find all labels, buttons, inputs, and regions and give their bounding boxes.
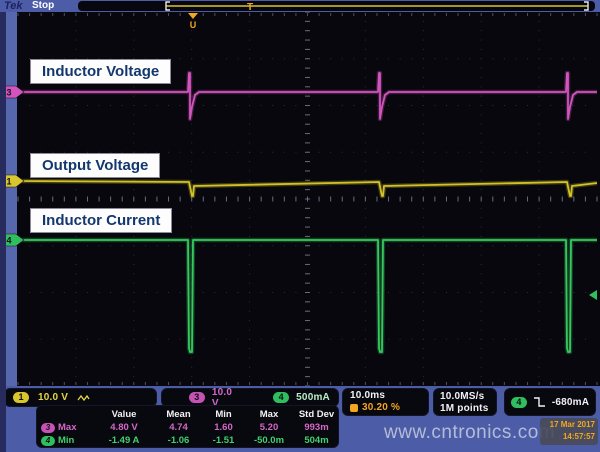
col-header-min: Min	[202, 409, 245, 420]
measurement-cell: 4.80 V	[93, 422, 155, 433]
measurement-cell: 504m	[293, 435, 340, 446]
trigger-position-marker-icon	[188, 13, 198, 19]
col-header-mean: Mean	[155, 409, 202, 420]
ch4-badge: 4	[273, 392, 289, 403]
ch1-badge: 1	[13, 392, 29, 403]
col-header-max: Max	[245, 409, 293, 420]
measurement-cell: 1.60	[202, 422, 245, 433]
trigger-level: -680mA	[552, 397, 589, 408]
measurement-cell: 4.74	[155, 422, 202, 433]
trace-inductor-current	[18, 240, 597, 352]
bezel-left-strip	[6, 12, 17, 386]
measurement-row-label: 3 Max	[37, 422, 93, 433]
bezel-left-edge	[0, 12, 6, 452]
svg-text:1: 1	[6, 177, 11, 187]
measurement-row-label: 4 Min	[37, 435, 93, 446]
measurement-table: Value Mean Min Max Std Dev 3 Max 4.80 V …	[36, 405, 339, 448]
datetime-box: 17 Mar 2017 14:57:57	[540, 418, 598, 445]
ch4-badge: 4	[41, 436, 55, 446]
record-trigger-marker: T	[247, 2, 253, 13]
measurement-cell: -1.49 A	[93, 435, 155, 446]
svg-text:4: 4	[6, 236, 11, 246]
readout-bar: 1 10.0 V 3 10.0 V 4 500mA 10.0ms 30.20 %…	[0, 386, 600, 452]
trace-glow-inductor-current	[18, 240, 597, 352]
timebase-readout: 10.0ms 30.20 %	[342, 388, 429, 416]
ch4-scale: 500mA	[296, 392, 330, 403]
oscilloscope-screen: T U 3 1 4 Tek Stop Inductor Voltage Output V…	[0, 0, 600, 452]
col-header-value: Value	[93, 409, 155, 420]
date: 17 Mar 2017	[543, 419, 595, 431]
record-length: 1M points	[440, 403, 488, 414]
trigger-position: 30.20 %	[362, 402, 400, 414]
measurement-name: Max	[58, 422, 76, 433]
time: 14:57:57	[543, 431, 595, 443]
trigger-position-icon	[350, 404, 358, 412]
trigger-readout: 4 -680mA	[504, 388, 596, 416]
ch1-scale: 10.0 V	[38, 392, 68, 403]
trace-label-inductor-current: Inductor Current	[30, 208, 172, 233]
trigger-level-marker	[589, 290, 597, 300]
falling-edge-icon	[533, 396, 546, 408]
trigger-position-marker-label: U	[190, 20, 197, 30]
ch1-coupling-icon	[77, 393, 90, 403]
measurement-cell: -50.0m	[245, 435, 293, 446]
measurement-name: Min	[58, 435, 74, 446]
measurement-cell: 993m	[293, 422, 340, 433]
measurement-cell: 5.20	[245, 422, 293, 433]
timebase-scale: 10.0ms	[350, 390, 385, 401]
col-header-stddev: Std Dev	[293, 409, 340, 420]
sample-rate: 10.0MS/s	[440, 391, 484, 402]
tek-logo: Tek	[4, 0, 23, 12]
acquisition-status: Stop	[32, 0, 54, 11]
trigger-source-badge: 4	[511, 397, 527, 408]
ch3-badge: 3	[189, 392, 205, 403]
measurement-cell: -1.51	[202, 435, 245, 446]
trace-label-output-voltage: Output Voltage	[30, 153, 160, 178]
watermark: www.cntronics.com	[384, 422, 555, 444]
measurement-cell: -1.06	[155, 435, 202, 446]
svg-text:3: 3	[6, 88, 11, 98]
ch3-badge: 3	[41, 423, 55, 433]
acquisition-readout: 10.0MS/s 1M points	[433, 388, 497, 416]
trace-label-inductor-voltage: Inductor Voltage	[30, 59, 171, 84]
